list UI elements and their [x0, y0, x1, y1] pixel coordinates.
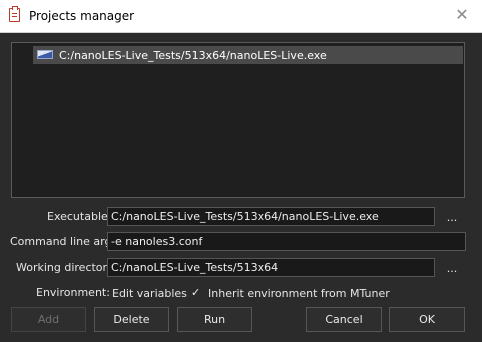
close-icon[interactable]: ✕: [454, 7, 470, 23]
title-bar: Projects manager ✕: [0, 0, 482, 33]
working-directory-field[interactable]: C:/nanoLES-Live_Tests/513x64: [107, 258, 435, 277]
window-title: Projects manager: [29, 9, 135, 23]
delete-button[interactable]: Delete: [94, 307, 169, 332]
project-path: C:/nanoLES-Live_Tests/513x64/nanoLES-Liv…: [59, 49, 327, 62]
working-directory-label: Working directory: [16, 261, 114, 274]
command-line-args-field[interactable]: -e nanoles3.conf: [107, 232, 466, 251]
inherit-environment-label[interactable]: Inherit environment from MTuner: [208, 287, 390, 300]
projects-list[interactable]: C:/nanoLES-Live_Tests/513x64/nanoLES-Liv…: [11, 42, 465, 198]
executable-icon: [37, 50, 53, 59]
ok-button[interactable]: OK: [389, 307, 465, 332]
clipboard-icon: [9, 6, 20, 22]
command-line-args-label: Command line args: [10, 235, 118, 248]
browse-directory-button[interactable]: ...: [443, 263, 461, 277]
inherit-environment-checkbox[interactable]: ✓: [191, 286, 200, 299]
run-button[interactable]: Run: [177, 307, 252, 332]
cancel-button[interactable]: Cancel: [306, 307, 382, 332]
executable-field[interactable]: C:/nanoLES-Live_Tests/513x64/nanoLES-Liv…: [107, 207, 435, 226]
edit-variables-link[interactable]: Edit variables: [112, 287, 187, 300]
executable-label: Executable: [47, 210, 108, 223]
project-row[interactable]: C:/nanoLES-Live_Tests/513x64/nanoLES-Liv…: [33, 46, 463, 64]
environment-label: Environment:: [36, 286, 110, 299]
browse-executable-button[interactable]: ...: [443, 212, 461, 226]
add-button[interactable]: Add: [11, 307, 86, 332]
